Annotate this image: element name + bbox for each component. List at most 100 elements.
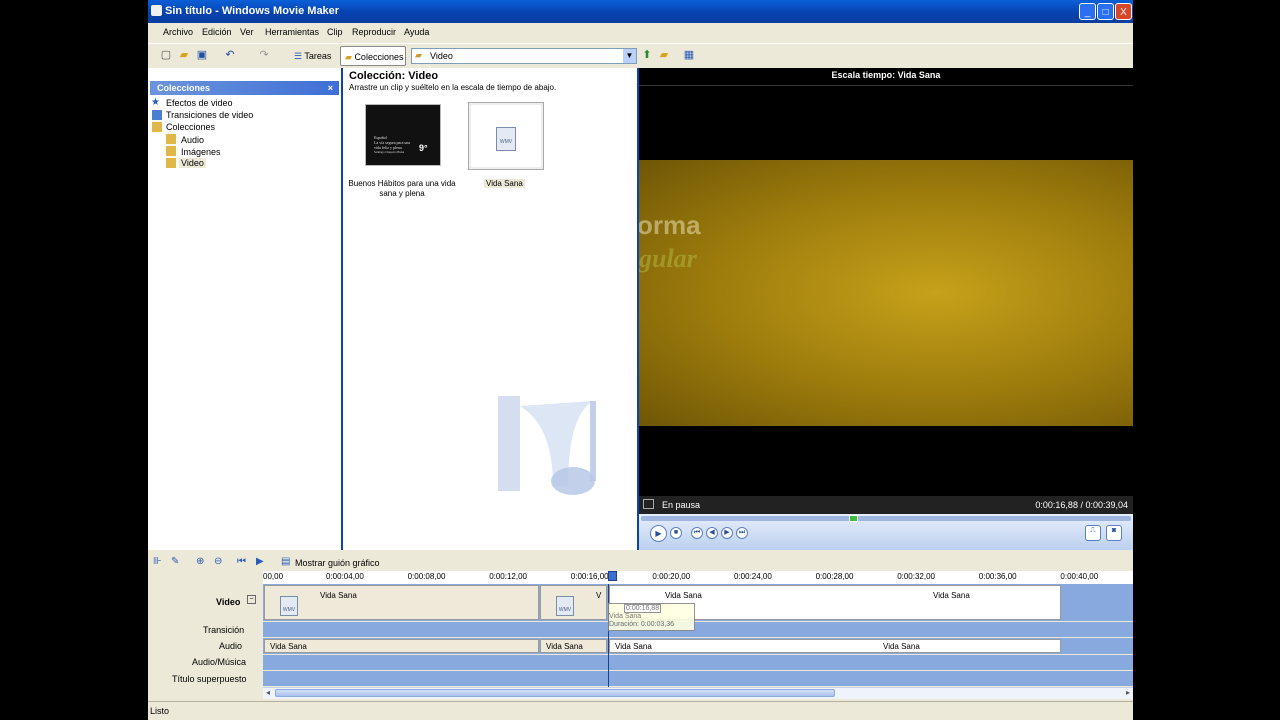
tooltip-duration: Duración: 0:00:03,36	[609, 621, 674, 628]
tasks-button[interactable]: ☰ Tareas	[290, 47, 335, 65]
menu-ver[interactable]: Ver	[240, 27, 254, 37]
rewind-button[interactable]: ◀	[706, 527, 718, 539]
scroll-right-icon[interactable]: ▸	[1126, 688, 1130, 697]
preview-title: Escala tiempo: Vida Sana	[831, 70, 941, 80]
video-clip-label: Vida Sana	[933, 591, 970, 600]
tree-item-colecciones[interactable]: Colecciones	[166, 122, 215, 132]
expand-video-track-toggle[interactable]: −	[247, 595, 256, 604]
tooltip-time: 0:00:16,88	[624, 604, 662, 613]
ruler-tick-label: 00,00	[263, 572, 284, 581]
tree-item-efectos[interactable]: Efectos de video	[166, 98, 233, 108]
new-project-icon[interactable]: ▢	[160, 49, 172, 61]
collection-contents: Colección: Video Arrastre un clip y suél…	[343, 68, 639, 550]
previous-frame-button[interactable]: ⏮	[691, 527, 703, 539]
clip-thumbnail-buenos-habitos[interactable]: Español La vía segura para una vida feli…	[365, 104, 441, 166]
wmv-file-icon: WMV	[496, 127, 516, 151]
preview-video-frame: orma gular	[639, 160, 1133, 426]
next-frame-button[interactable]: ⏭	[736, 527, 748, 539]
zoom-in-icon[interactable]: ⊕	[196, 556, 204, 567]
audio-music-track[interactable]	[263, 655, 1133, 670]
play-timeline-icon[interactable]: ▶	[256, 556, 264, 567]
video-clip[interactable]: WMV Vida Sana	[264, 585, 539, 620]
playhead-line	[608, 584, 609, 687]
seek-bar[interactable]	[641, 515, 1131, 522]
collection-hint: Arrastre un clip y suéltelo en la escala…	[349, 83, 557, 92]
open-folder-icon[interactable]: ▰	[178, 49, 190, 61]
movie-maker-window: Sin título - Windows Movie Maker _ □ X A…	[148, 0, 1133, 720]
clip-thumbnail-vida-sana[interactable]: WMV	[468, 102, 544, 170]
menu-herramientas[interactable]: Herramientas	[265, 27, 319, 37]
rewind-timeline-icon[interactable]: ⏮	[237, 556, 246, 567]
set-audio-levels-icon[interactable]: ⊪	[153, 556, 162, 567]
video-clip[interactable]: WMV V	[540, 585, 607, 620]
narrate-microphone-icon[interactable]: ✎	[171, 556, 179, 567]
status-text: Listo	[150, 706, 170, 716]
scroll-left-icon[interactable]: ◂	[266, 688, 270, 697]
clip-label-vida-sana: Vida Sana	[484, 179, 525, 188]
ruler-tick-label: 0:00:08,00	[407, 572, 446, 581]
menu-archivo[interactable]: Archivo	[163, 27, 193, 37]
movie-maker-watermark	[498, 396, 596, 495]
zoom-out-icon[interactable]: ⊖	[214, 556, 222, 567]
status-bar: Listo	[148, 701, 1133, 720]
track-label-video: Video	[216, 597, 241, 607]
audio-clip[interactable]: Vida Sana	[540, 639, 607, 653]
maximize-button[interactable]: □	[1097, 3, 1114, 20]
tree-item-video[interactable]: Video	[179, 158, 206, 168]
ruler-tick-label: 0:00:20,00	[652, 572, 691, 581]
save-icon[interactable]: ▣	[196, 49, 208, 61]
seek-thumb[interactable]	[848, 515, 858, 522]
scrollbar-thumb[interactable]	[275, 689, 835, 697]
menu-bar: Archivo Edición Ver Herramientas Clip Re…	[148, 23, 1133, 41]
show-storyboard-button[interactable]: Mostrar guión gráfico	[295, 558, 380, 568]
minimize-button[interactable]: _	[1079, 3, 1096, 20]
tree-item-imagenes[interactable]: Imágenes	[181, 147, 221, 157]
transition-icon	[152, 110, 162, 120]
stop-button[interactable]: ■	[670, 527, 682, 539]
views-icon[interactable]: ▦	[683, 49, 695, 61]
tree-item-transiciones[interactable]: Transiciones de video	[166, 110, 253, 120]
track-label-audio-music: Audio/Música	[192, 657, 247, 667]
collection-title: Colección: Video	[349, 70, 439, 82]
video-clip-label: Vida Sana	[320, 591, 357, 600]
transition-track[interactable]	[263, 622, 1133, 637]
menu-clip[interactable]: Clip	[327, 27, 343, 37]
collection-selector[interactable]: ▰ Video ▼	[411, 48, 637, 64]
audio-track[interactable]: Vida Sana Vida Sana Vida Sana Vida Sana	[263, 638, 1133, 654]
images-folder-icon	[166, 146, 176, 156]
forward-button[interactable]: ▶	[721, 527, 733, 539]
take-picture-button[interactable]: ◙	[1106, 525, 1122, 541]
wmv-file-icon: WMV	[556, 596, 574, 616]
chevron-down-icon[interactable]: ▼	[623, 49, 636, 63]
new-folder-icon[interactable]: ▰	[658, 49, 670, 61]
menu-edicion[interactable]: Edición	[202, 27, 232, 37]
title-overlay-track[interactable]	[263, 671, 1133, 686]
track-label-audio: Audio	[219, 641, 243, 651]
timeline-scrollbar[interactable]: ◂ ▸	[263, 687, 1133, 699]
undo-icon[interactable]: ↶	[224, 49, 236, 61]
playhead-handle[interactable]	[608, 571, 617, 581]
audio-clip[interactable]: Vida Sana	[264, 639, 539, 653]
time-ruler[interactable]: 00,00 0:00:04,00 0:00:08,00 0:00:12,00 0:00:…	[263, 571, 1133, 585]
collections-folder-icon: ▰	[345, 52, 352, 62]
video-track[interactable]: WMV Vida Sana WMV V Vida Sana Vida Sana	[263, 584, 1133, 621]
ruler-tick-label: 0:00:32,00	[897, 572, 935, 581]
ruler-tick-label: 0:00:28,00	[815, 572, 854, 581]
menu-reproducir[interactable]: Reproducir	[352, 27, 396, 37]
video-clip-label: V	[596, 591, 602, 600]
play-button[interactable]: ▶	[650, 525, 667, 542]
close-pane-icon[interactable]: ×	[328, 81, 333, 95]
video-clip-label: Vida Sana	[665, 591, 702, 600]
timeline: ⊪ ✎ ⊕ ⊖ ⏮ ▶ ▤ Mostrar guión gráfico 00,0…	[148, 551, 1133, 701]
video-folder-icon	[166, 158, 176, 168]
up-level-icon[interactable]: ⬆	[641, 49, 653, 61]
redo-icon[interactable]: ↷	[258, 49, 270, 61]
tree-item-audio[interactable]: Audio	[181, 135, 204, 145]
close-button[interactable]: X	[1115, 3, 1132, 20]
menu-ayuda[interactable]: Ayuda	[404, 27, 429, 37]
ruler-tick-label: 0:00:16,00	[570, 572, 609, 581]
preview-status-bar: En pausa 0:00:16,88 / 0:00:39,04	[639, 496, 1133, 514]
collections-button[interactable]: ▰ Colecciones	[340, 46, 406, 66]
audio-clip-selected[interactable]: Vida Sana Vida Sana	[609, 639, 1061, 653]
split-clip-button[interactable]: ⎍	[1085, 525, 1101, 541]
